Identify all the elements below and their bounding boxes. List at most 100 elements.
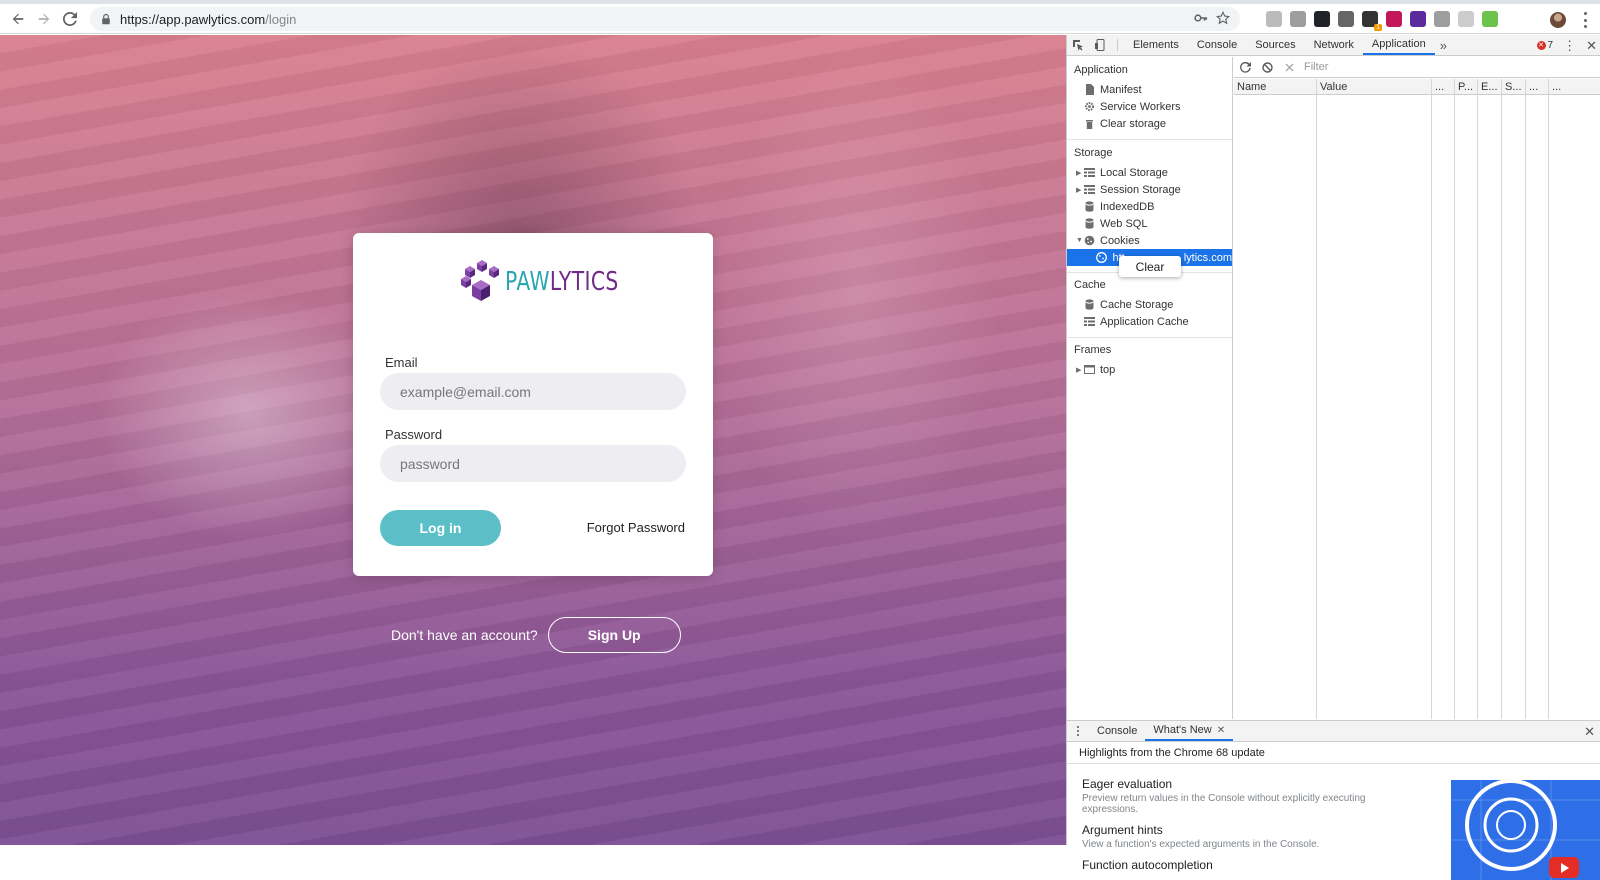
password-input[interactable] <box>380 445 686 482</box>
email-input[interactable] <box>380 373 686 410</box>
a-ext-icon[interactable] <box>1434 11 1450 27</box>
application-sidebar: Application Manifest Service Workers Cle… <box>1067 57 1233 719</box>
forward-button[interactable] <box>31 6 57 32</box>
filter-input[interactable] <box>1304 59 1479 75</box>
tab-network[interactable]: Network <box>1305 35 1363 55</box>
sidebar-item-local-storage[interactable]: ▶ Local Storage <box>1067 164 1232 181</box>
inspect-element-icon[interactable] <box>1067 35 1089 55</box>
error-counter[interactable]: ✕ 7 <box>1536 40 1554 51</box>
sidebar-item-service-workers[interactable]: Service Workers <box>1067 98 1232 115</box>
tab-elements[interactable]: Elements <box>1124 35 1188 55</box>
cookie-icon <box>1096 252 1108 263</box>
signup-button[interactable]: Sign Up <box>547 617 681 653</box>
node-ext-icon[interactable] <box>1482 11 1498 27</box>
column-header[interactable]: ... <box>1549 79 1600 95</box>
error-icon: ✕ <box>1536 41 1546 50</box>
star-icon[interactable] <box>1216 11 1230 25</box>
clear-all-icon[interactable] <box>1256 61 1278 73</box>
close-drawer-icon[interactable]: ✕ <box>1584 724 1595 740</box>
url-host: https://app.pawlytics.com <box>120 11 266 27</box>
reload-button[interactable] <box>57 6 83 32</box>
address-bar[interactable]: https://app.pawlytics.com/login <box>90 7 1240 31</box>
delete-selected-icon[interactable] <box>1278 62 1300 73</box>
section-divider <box>1067 139 1232 140</box>
table-column: S... <box>1502 79 1526 719</box>
database-icon <box>1084 201 1095 212</box>
sidebar-label: Web SQL <box>1100 217 1148 230</box>
drawer-menu-icon[interactable] <box>1067 721 1089 741</box>
table-column: ... <box>1432 79 1455 719</box>
whats-new-item[interactable]: Eager evaluation Preview return values i… <box>1082 777 1422 815</box>
circle-ext-icon[interactable] <box>1458 11 1474 27</box>
expand-arrow-icon[interactable]: ▶ <box>1076 366 1084 374</box>
refresh-icon[interactable] <box>1234 61 1256 73</box>
database-icon <box>1084 299 1095 310</box>
column-header[interactable]: S... <box>1502 79 1525 95</box>
device-toolbar-icon[interactable] <box>1089 35 1111 55</box>
context-menu-clear[interactable]: Clear <box>1119 256 1181 277</box>
whats-new-item[interactable]: Function autocompletion <box>1082 858 1422 872</box>
whats-new-title: Argument hints <box>1082 823 1163 837</box>
graphql-ext-icon[interactable] <box>1386 11 1402 27</box>
column-header[interactable]: ... <box>1526 79 1548 95</box>
chrome-menu-button[interactable] <box>1578 12 1592 28</box>
sidebar-label: Session Storage <box>1100 183 1181 196</box>
expand-arrow-icon[interactable]: ▶ <box>1076 169 1084 177</box>
key-icon[interactable] <box>1194 11 1208 25</box>
vue-ext-icon[interactable] <box>1338 11 1354 27</box>
login-card: PAWLYTICS Email Password Log in Forgot P… <box>353 233 713 576</box>
sidebar-item-manifest[interactable]: Manifest <box>1067 81 1232 98</box>
password-label: Password <box>385 427 443 442</box>
w-ext-icon[interactable] <box>1410 11 1426 27</box>
extension-badge: 1 <box>1374 24 1382 31</box>
cookies-view: NameValue...P...E...S......... <box>1234 57 1600 719</box>
expand-arrow-icon[interactable]: ▶ <box>1076 186 1084 194</box>
apollo-ext-icon[interactable]: 1 <box>1362 11 1382 31</box>
section-application: Application <box>1074 64 1128 76</box>
puzzle-ext-icon[interactable] <box>1266 11 1282 27</box>
table-icon <box>1084 184 1095 195</box>
sidebar-item-clear-storage[interactable]: Clear storage <box>1067 115 1232 132</box>
video-thumbnail[interactable] <box>1451 780 1600 880</box>
back-button[interactable] <box>5 6 31 32</box>
column-header[interactable]: Name <box>1234 79 1316 95</box>
login-button[interactable]: Log in <box>380 510 501 546</box>
error-count: 7 <box>1547 40 1554 51</box>
sidebar-item-frame-top[interactable]: ▶ top <box>1067 361 1232 378</box>
sidebar-item-cache-storage[interactable]: Cache Storage <box>1067 296 1232 313</box>
sidebar-item-indexeddb[interactable]: IndexedDB <box>1067 198 1232 215</box>
whats-new-item[interactable]: Argument hints View a function's expecte… <box>1082 823 1422 850</box>
profile-avatar[interactable] <box>1550 12 1566 28</box>
sidebar-label: Cache Storage <box>1100 298 1174 311</box>
forgot-password-link[interactable]: Forgot Password <box>587 520 685 535</box>
cookies-toolbar <box>1234 57 1600 78</box>
table-column: ... <box>1526 79 1549 719</box>
more-tabs-button[interactable]: » <box>1435 35 1452 55</box>
column-header[interactable]: E... <box>1478 79 1501 95</box>
drawer-tab-console[interactable]: Console <box>1089 721 1145 741</box>
close-tab-icon[interactable]: ✕ <box>1217 725 1225 736</box>
sidebar-item-web-sql[interactable]: Web SQL <box>1067 215 1232 232</box>
column-header[interactable]: Value <box>1317 79 1431 95</box>
tab-console[interactable]: Console <box>1188 35 1246 55</box>
collapse-arrow-icon[interactable]: ▼ <box>1076 237 1084 244</box>
tab-application[interactable]: Application <box>1362 35 1435 55</box>
screen-ext-icon[interactable] <box>1290 11 1306 27</box>
devtools-right-controls: ✕ 7 ⋮ ✕ <box>1536 35 1597 56</box>
sidebar-item-cookies[interactable]: ▼ Cookies <box>1067 232 1232 249</box>
sidebar-label: top <box>1100 363 1116 376</box>
close-devtools-icon[interactable]: ✕ <box>1586 38 1597 54</box>
column-header[interactable]: P... <box>1455 79 1477 95</box>
drawer-tab-whats-new[interactable]: What's New ✕ <box>1145 721 1234 741</box>
tab-sources[interactable]: Sources <box>1246 35 1304 55</box>
table-column: ... <box>1549 79 1600 719</box>
column-header[interactable]: ... <box>1432 79 1454 95</box>
sidebar-item-application-cache[interactable]: Application Cache <box>1067 313 1232 330</box>
kebab-menu-icon[interactable]: ⋮ <box>1563 39 1576 52</box>
reload-icon <box>63 11 77 26</box>
react-ext-icon[interactable] <box>1314 11 1330 27</box>
section-cache: Cache <box>1074 279 1106 291</box>
frame-icon <box>1084 364 1095 375</box>
sidebar-item-session-storage[interactable]: ▶ Session Storage <box>1067 181 1232 198</box>
play-button-icon[interactable] <box>1549 857 1579 878</box>
